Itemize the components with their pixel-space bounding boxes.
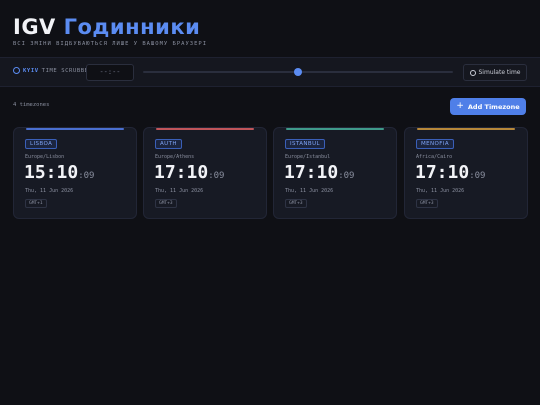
clock-date: Thu, 11 Jun 2026 xyxy=(285,188,334,194)
simulate-time-button[interactable]: Simulate time xyxy=(463,64,527,81)
clock-time: 17:10:09 xyxy=(284,162,354,183)
timezone-card[interactable]: ISTANBUL Europe/Istanbul 17:10:09 Thu, 1… xyxy=(273,127,397,219)
clock-time: 17:10:09 xyxy=(154,162,224,183)
zone-name: Africa/Cairo xyxy=(416,154,453,160)
gmt-offset-badge: GMT+3 xyxy=(285,199,307,208)
clock-hm: 17:10 xyxy=(415,162,470,183)
zone-name: Europe/Athens xyxy=(155,154,195,160)
clock-seconds: :09 xyxy=(208,171,225,181)
clock-icon xyxy=(13,67,20,74)
add-timezone-label: Add Timezone xyxy=(467,102,520,111)
brand-logo: IGV xyxy=(13,15,56,39)
add-timezone-button[interactable]: + Add Timezone xyxy=(450,98,526,115)
header: IGV Годинники ВСІ ЗМІНИ ВІДБУВАЮТЬСЯ ЛИШ… xyxy=(13,14,207,47)
time-slider[interactable] xyxy=(143,68,453,76)
clock-seconds: :09 xyxy=(338,171,355,181)
city-badge: MENOFIA xyxy=(416,139,455,149)
time-input[interactable]: --:-- xyxy=(86,64,134,81)
slider-thumb[interactable] xyxy=(294,68,302,76)
scrubber-label-text: TIME SCRUBBER xyxy=(41,67,93,74)
city-badge: ISTANBUL xyxy=(285,139,325,149)
card-accent-bar xyxy=(26,128,124,130)
gmt-offset-badge: GMT+3 xyxy=(416,199,438,208)
page-subtitle: ВСІ ЗМІНИ ВІДБУВАЮТЬСЯ ЛИШЕ У ВАШОМУ БРА… xyxy=(13,41,208,47)
time-scrubber-bar: KYIV TIME SCRUBBER --:-- Simulate time xyxy=(0,57,540,87)
card-accent-bar xyxy=(417,128,515,130)
simulate-time-label: Simulate time xyxy=(478,69,521,76)
clock-seconds: :09 xyxy=(469,171,486,181)
clock-hm: 15:10 xyxy=(24,162,79,183)
clock-time: 17:10:09 xyxy=(415,162,485,183)
clock-date: Thu, 11 Jun 2026 xyxy=(155,188,204,194)
page-title: IGV Годинники xyxy=(13,14,207,40)
card-accent-bar xyxy=(156,128,254,130)
card-accent-bar xyxy=(286,128,384,130)
zone-name: Europe/Istanbul xyxy=(285,154,331,160)
plus-icon: + xyxy=(456,101,464,111)
city-badge: AUTH xyxy=(155,139,182,149)
timezone-card[interactable]: AUTH Europe/Athens 17:10:09 Thu, 11 Jun … xyxy=(143,127,267,219)
scrubber-city: KYIV xyxy=(23,67,39,74)
timezone-count: 4 timezones xyxy=(13,102,50,108)
city-badge: LISBOA xyxy=(25,139,58,149)
clock-date: Thu, 11 Jun 2026 xyxy=(416,188,465,194)
clock-icon xyxy=(469,69,476,76)
clock-seconds: :09 xyxy=(78,171,95,181)
timezone-card[interactable]: LISBOA Europe/Lisbon 15:10:09 Thu, 11 Ju… xyxy=(13,127,137,219)
zone-name: Europe/Lisbon xyxy=(25,154,65,160)
clock-date: Thu, 11 Jun 2026 xyxy=(25,188,74,194)
clock-time: 15:10:09 xyxy=(24,162,94,183)
clock-hm: 17:10 xyxy=(154,162,209,183)
clock-hm: 17:10 xyxy=(284,162,339,183)
page-title-text: Годинники xyxy=(63,15,201,39)
gmt-offset-badge: GMT+3 xyxy=(155,199,177,208)
timezone-card[interactable]: MENOFIA Africa/Cairo 17:10:09 Thu, 11 Ju… xyxy=(404,127,528,219)
gmt-offset-badge: GMT+1 xyxy=(25,199,47,208)
scrubber-label: KYIV TIME SCRUBBER xyxy=(13,67,93,74)
